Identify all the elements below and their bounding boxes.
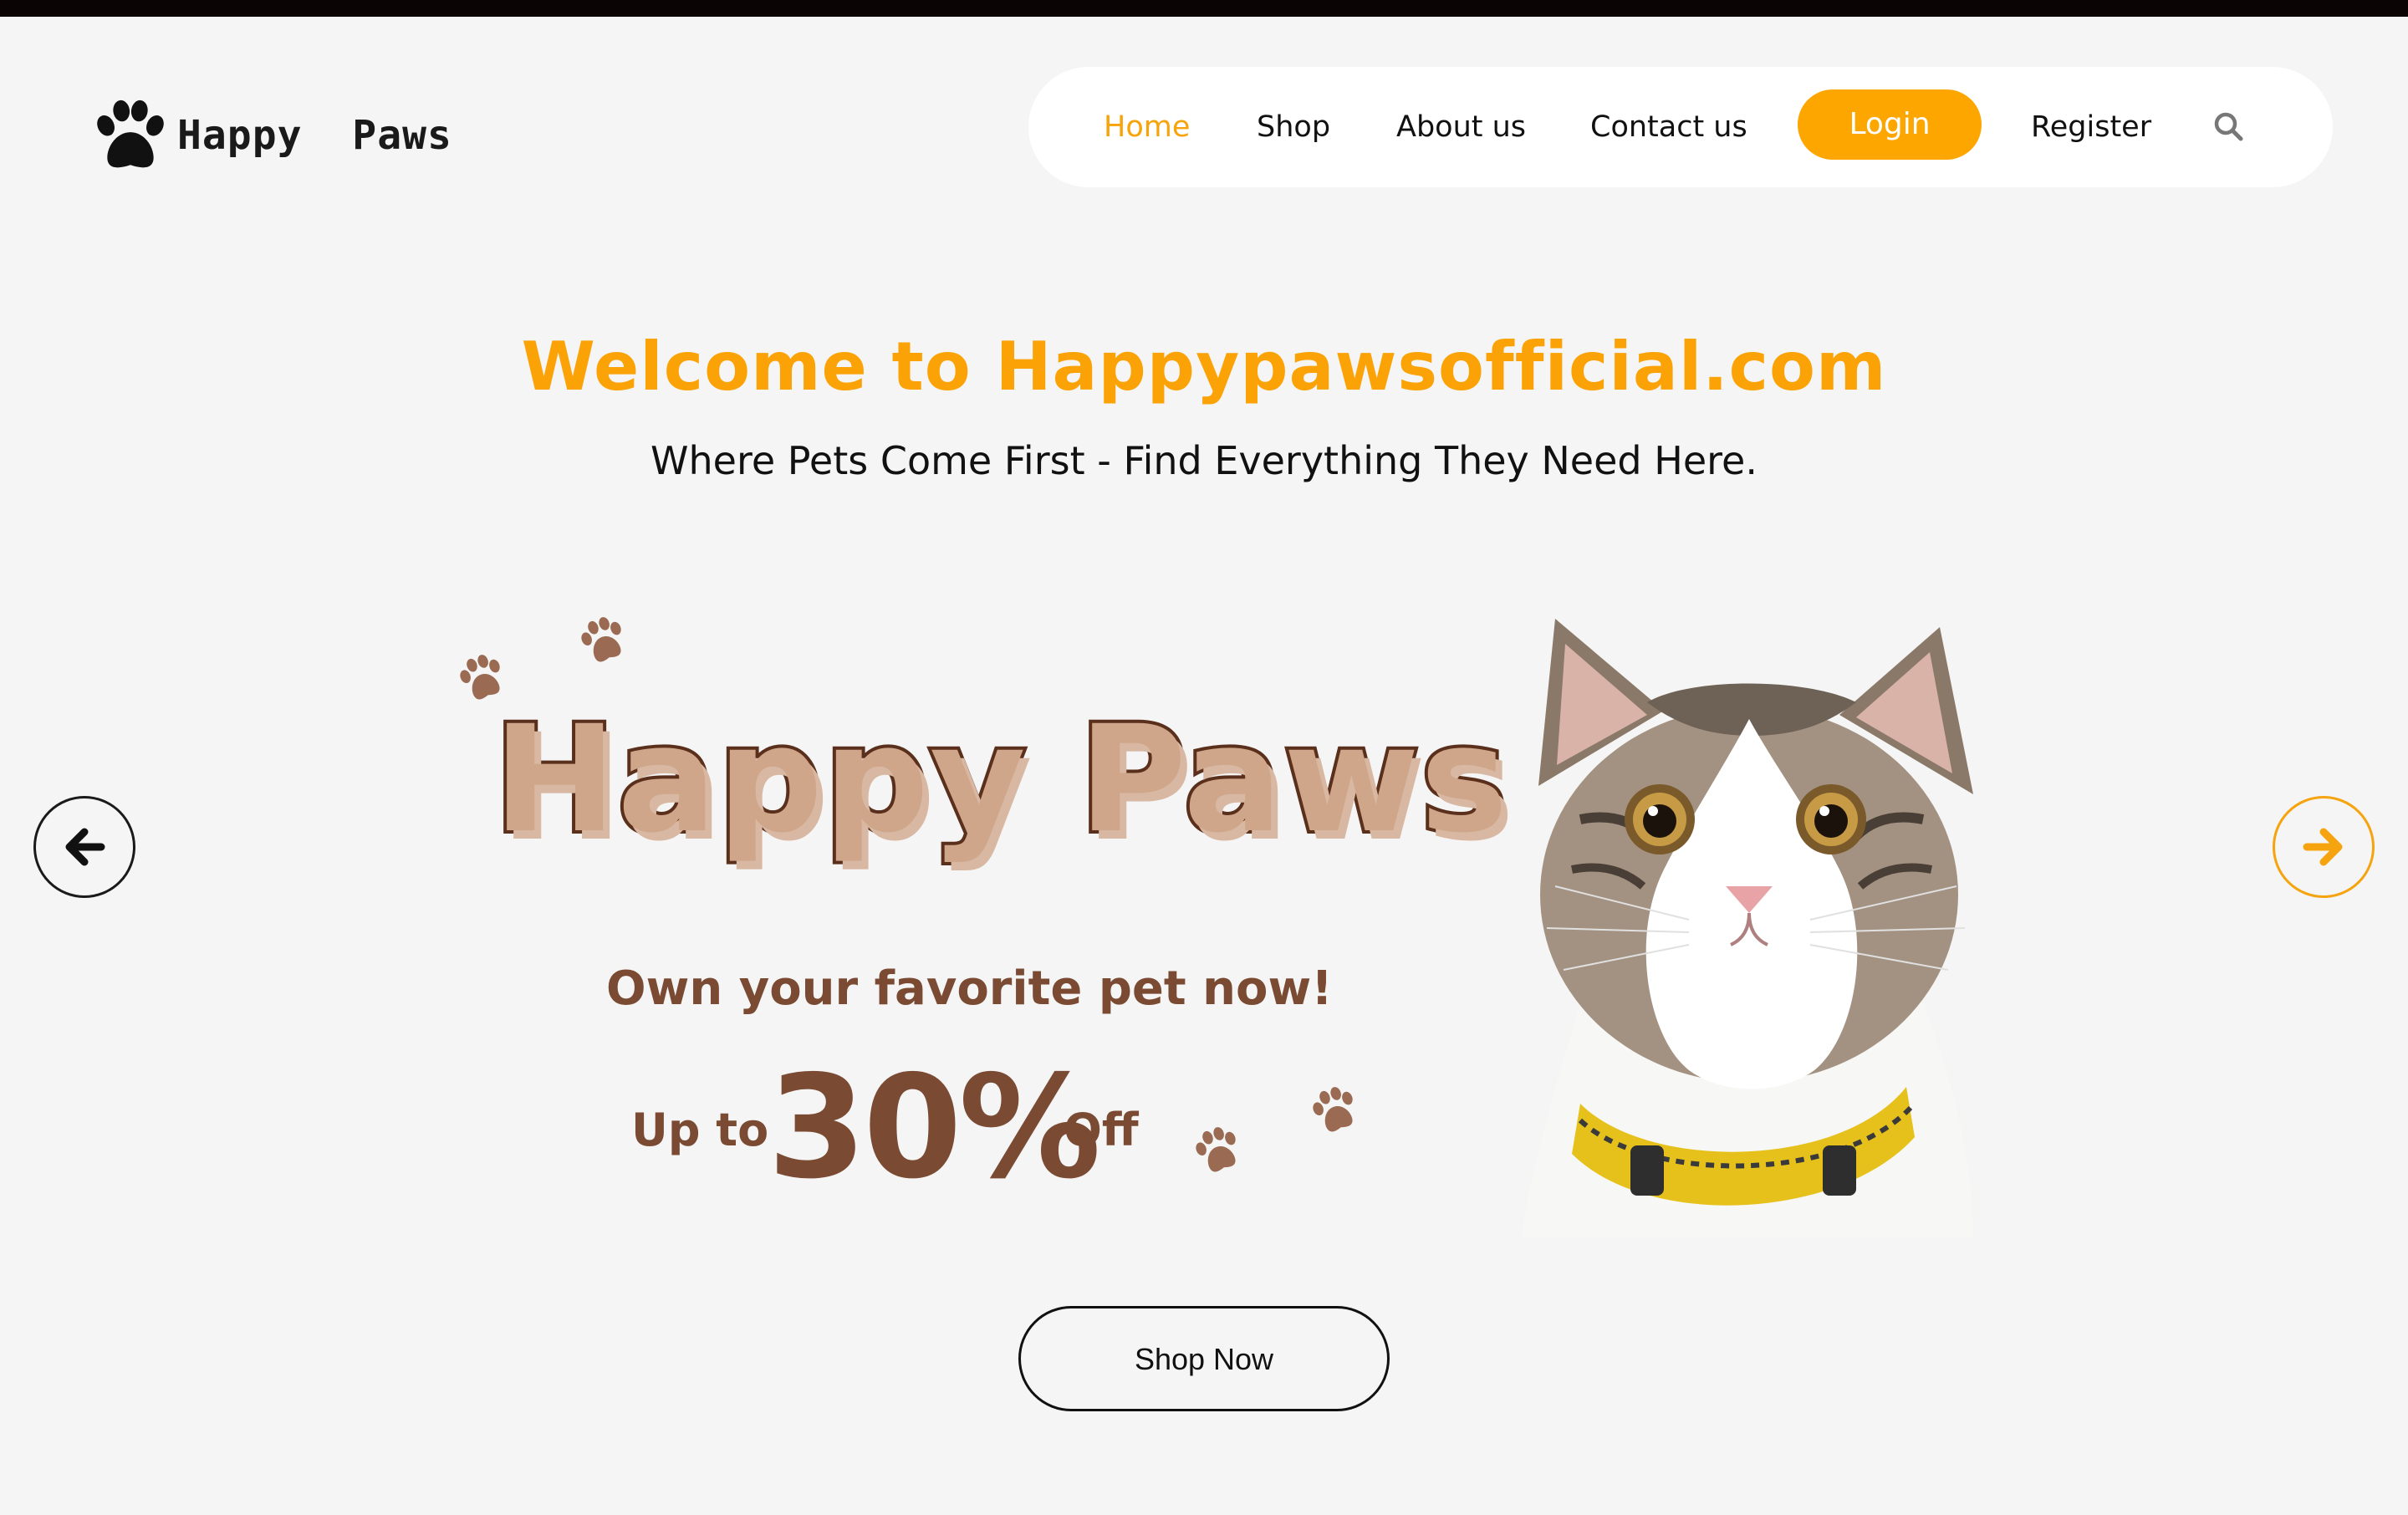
paw-print-icon bbox=[1313, 1087, 1353, 1132]
arrow-right-icon bbox=[2303, 828, 2343, 866]
discount-value: 30% bbox=[768, 1045, 1101, 1211]
discount-suffix: Off bbox=[1064, 1104, 1139, 1156]
login-button[interactable]: Login bbox=[1798, 89, 1982, 160]
shop-now-button[interactable]: Shop Now bbox=[1018, 1306, 1390, 1411]
cat-image bbox=[1522, 619, 1973, 1237]
top-strip bbox=[0, 0, 2408, 17]
nav-register[interactable]: Register bbox=[2031, 67, 2151, 187]
promo-banner: Happy Paws Own your favorite pet now! Up… bbox=[435, 569, 2023, 1237]
logo-text: Happy Paws bbox=[177, 112, 452, 159]
hero-title: Welcome to Happypawsofficial.com bbox=[521, 328, 1887, 406]
nav-home[interactable]: Home bbox=[1104, 67, 1190, 187]
main-nav: Home Shop About us Contact us Login Regi… bbox=[1028, 67, 2333, 187]
paw-print-icon bbox=[1196, 1127, 1236, 1172]
carousel-prev-button[interactable] bbox=[33, 796, 135, 898]
nav-shop[interactable]: Shop bbox=[1257, 67, 1330, 187]
site-logo[interactable]: Happy Paws bbox=[87, 94, 452, 177]
banner-brand-title: Happy Paws bbox=[490, 691, 1511, 869]
paw-print-icon bbox=[581, 617, 621, 662]
nav-contact-us[interactable]: Contact us bbox=[1590, 67, 1747, 187]
hero-subtitle: Where Pets Come First - Find Everything … bbox=[650, 438, 1758, 483]
paw-icon bbox=[97, 99, 164, 168]
nav-about-us[interactable]: About us bbox=[1396, 67, 1526, 187]
search-icon[interactable] bbox=[2211, 109, 2247, 145]
banner-tagline: Own your favorite pet now! bbox=[606, 962, 1333, 1016]
discount-prefix: Up to bbox=[631, 1104, 769, 1156]
arrow-left-icon bbox=[65, 828, 105, 866]
carousel-next-button[interactable] bbox=[2273, 796, 2375, 898]
